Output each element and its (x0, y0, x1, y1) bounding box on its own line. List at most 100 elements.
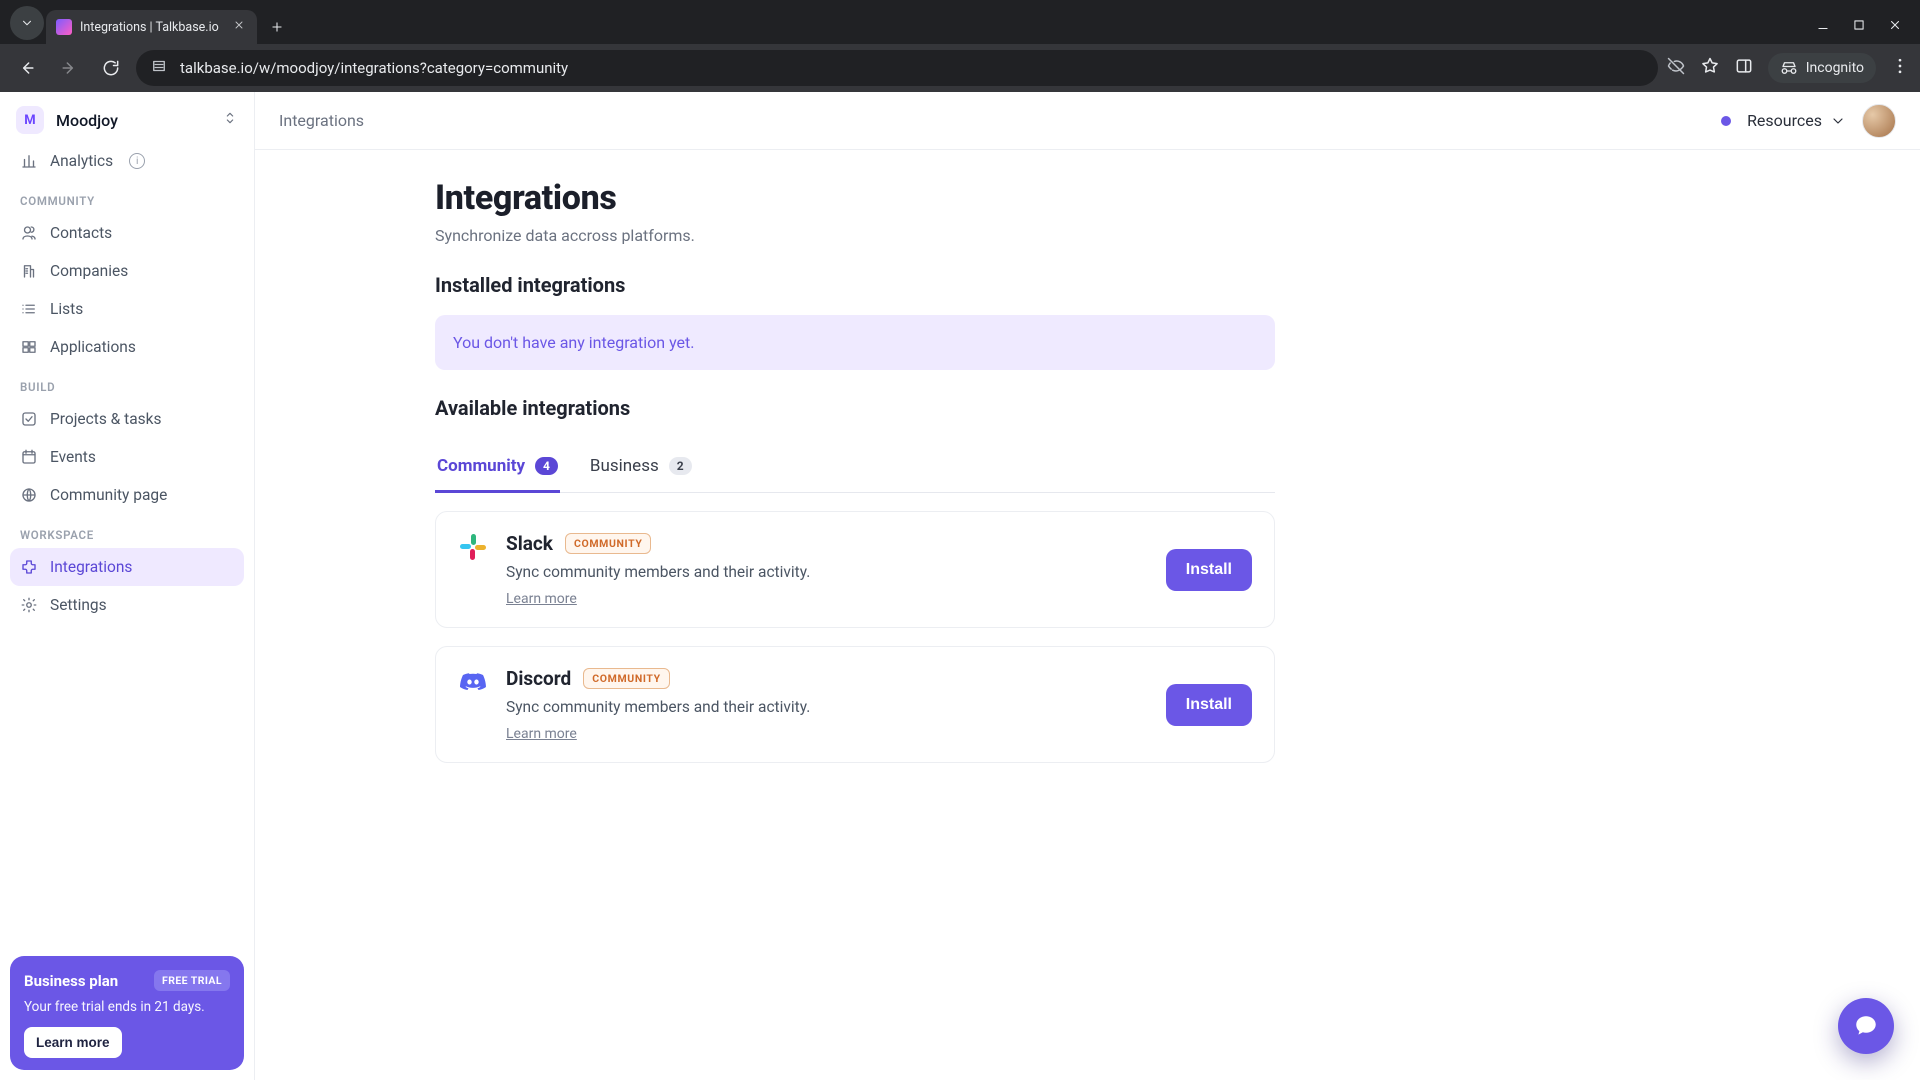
list-icon (20, 300, 38, 318)
browser-tab[interactable]: Integrations | Talkbase.io (46, 10, 257, 44)
install-button[interactable]: Install (1166, 549, 1252, 591)
chevron-down-icon (1830, 113, 1846, 129)
resources-menu[interactable]: Resources (1747, 111, 1846, 130)
nav-back-button[interactable] (10, 51, 44, 85)
sidebar-item-events[interactable]: Events (10, 438, 244, 476)
close-tab-icon[interactable] (233, 19, 245, 35)
workspace-name: Moodjoy (56, 111, 210, 130)
incognito-indicator[interactable]: Incognito (1768, 53, 1876, 83)
sidebar-item-applications[interactable]: Applications (10, 328, 244, 366)
address-url: talkbase.io/w/moodjoy/integrations?categ… (180, 59, 568, 77)
sidebar-item-label: Companies (50, 262, 128, 280)
sidebar-item-projects-tasks[interactable]: Projects & tasks (10, 400, 244, 438)
workspace-switcher[interactable]: M Moodjoy (0, 92, 254, 148)
bookmark-star-icon[interactable] (1700, 56, 1720, 80)
sidebar-item-label: Analytics (50, 152, 113, 170)
learn-more-link[interactable]: Learn more (506, 591, 577, 607)
learn-more-link[interactable]: Learn more (506, 726, 577, 742)
nav-reload-button[interactable] (94, 51, 128, 85)
promo-badge: FREE TRIAL (154, 970, 230, 991)
info-icon: i (129, 153, 145, 169)
globe-icon (20, 486, 38, 504)
chat-icon (1853, 1013, 1879, 1039)
site-settings-icon[interactable] (150, 57, 168, 79)
window-maximize-icon[interactable] (1852, 17, 1866, 36)
install-button[interactable]: Install (1166, 684, 1252, 726)
tab-count: 4 (535, 457, 558, 475)
sidepanel-icon[interactable] (1734, 56, 1754, 80)
sidebar-item-integrations[interactable]: Integrations (10, 548, 244, 586)
slack-logo-icon (458, 532, 488, 562)
gear-icon (20, 596, 38, 614)
integration-category-tag: COMMUNITY (583, 668, 670, 689)
promo-subtext: Your free trial ends in 21 days. (24, 999, 230, 1015)
section-label-workspace: WORKSPACE (10, 514, 244, 548)
integration-desc: Sync community members and their activit… (506, 563, 1148, 581)
integration-card-discord: Discord COMMUNITY Sync community members… (435, 646, 1275, 763)
sidebar-item-label: Integrations (50, 558, 132, 576)
tab-search-button[interactable] (10, 6, 44, 40)
sidebar-item-analytics[interactable]: Analytics i (10, 148, 244, 180)
sidebar-item-label: Community page (50, 486, 167, 504)
users-icon (20, 224, 38, 242)
incognito-label: Incognito (1806, 60, 1864, 76)
sidebar-item-contacts[interactable]: Contacts (10, 214, 244, 252)
address-bar[interactable]: talkbase.io/w/moodjoy/integrations?categ… (136, 50, 1658, 86)
main: Integrations Resources Integrations Sync… (255, 92, 1920, 1080)
sidebar-item-label: Settings (50, 596, 107, 614)
incognito-icon (1780, 59, 1798, 77)
content: Integrations Synchronize data accross pl… (255, 150, 1920, 1080)
sidebar-item-label: Applications (50, 338, 136, 356)
page-title: Integrations (435, 178, 1275, 218)
check-square-icon (20, 410, 38, 428)
sidebar-scroll[interactable]: Analytics i COMMUNITY Contacts Companies (0, 148, 254, 946)
section-label-community: COMMUNITY (10, 180, 244, 214)
installed-empty-state: You don't have any integration yet. (435, 315, 1275, 370)
installed-heading: Installed integrations (435, 273, 1275, 297)
integration-name: Slack (506, 532, 553, 555)
window-close-icon[interactable] (1888, 17, 1902, 36)
integration-category-tag: COMMUNITY (565, 533, 652, 554)
window-minimize-icon[interactable] (1816, 17, 1830, 36)
workspace-initial-badge: M (16, 106, 44, 134)
browser-tabstrip: Integrations | Talkbase.io (0, 0, 1920, 44)
chart-icon (20, 152, 38, 170)
sidebar-item-label: Projects & tasks (50, 410, 162, 428)
category-tabs: Community 4 Business 2 (435, 442, 1275, 493)
available-heading: Available integrations (435, 396, 1275, 420)
chat-fab[interactable] (1838, 998, 1894, 1054)
page-subtitle: Synchronize data accross platforms. (435, 226, 1275, 245)
integration-name: Discord (506, 667, 571, 690)
avatar[interactable] (1862, 104, 1896, 138)
notification-dot-icon[interactable] (1721, 116, 1731, 126)
promo-learn-more-button[interactable]: Learn more (24, 1027, 122, 1058)
app-viewport: M Moodjoy Analytics i COMMUNITY Con (0, 92, 1920, 1080)
discord-logo-icon (458, 667, 488, 697)
sidebar-item-community-page[interactable]: Community page (10, 476, 244, 514)
tab-label: Community (437, 456, 525, 476)
section-label-build: BUILD (10, 366, 244, 400)
tracking-eye-off-icon[interactable] (1666, 56, 1686, 80)
breadcrumb: Integrations (279, 111, 364, 130)
sidebar-item-lists[interactable]: Lists (10, 290, 244, 328)
browser-toolbar: talkbase.io/w/moodjoy/integrations?categ… (0, 44, 1920, 92)
topbar: Integrations Resources (255, 92, 1920, 150)
sidebar: M Moodjoy Analytics i COMMUNITY Con (0, 92, 255, 1080)
nav-forward-button[interactable] (52, 51, 86, 85)
sidebar-item-settings[interactable]: Settings (10, 586, 244, 624)
chevron-updown-icon (222, 110, 238, 130)
tab-label: Business (590, 456, 659, 476)
trial-promo-card: Business plan FREE TRIAL Your free trial… (10, 956, 244, 1070)
window-controls (1806, 17, 1912, 44)
sidebar-item-companies[interactable]: Companies (10, 252, 244, 290)
apps-icon (20, 338, 38, 356)
new-tab-button[interactable] (263, 13, 291, 41)
integration-card-slack: Slack COMMUNITY Sync community members a… (435, 511, 1275, 628)
browser-menu-icon[interactable] (1890, 56, 1910, 80)
resources-label: Resources (1747, 111, 1822, 130)
tab-community[interactable]: Community 4 (435, 442, 560, 493)
tab-title: Integrations | Talkbase.io (80, 20, 219, 35)
promo-plan: Business plan (24, 972, 118, 990)
sidebar-item-label: Events (50, 448, 96, 466)
tab-business[interactable]: Business 2 (588, 442, 694, 493)
